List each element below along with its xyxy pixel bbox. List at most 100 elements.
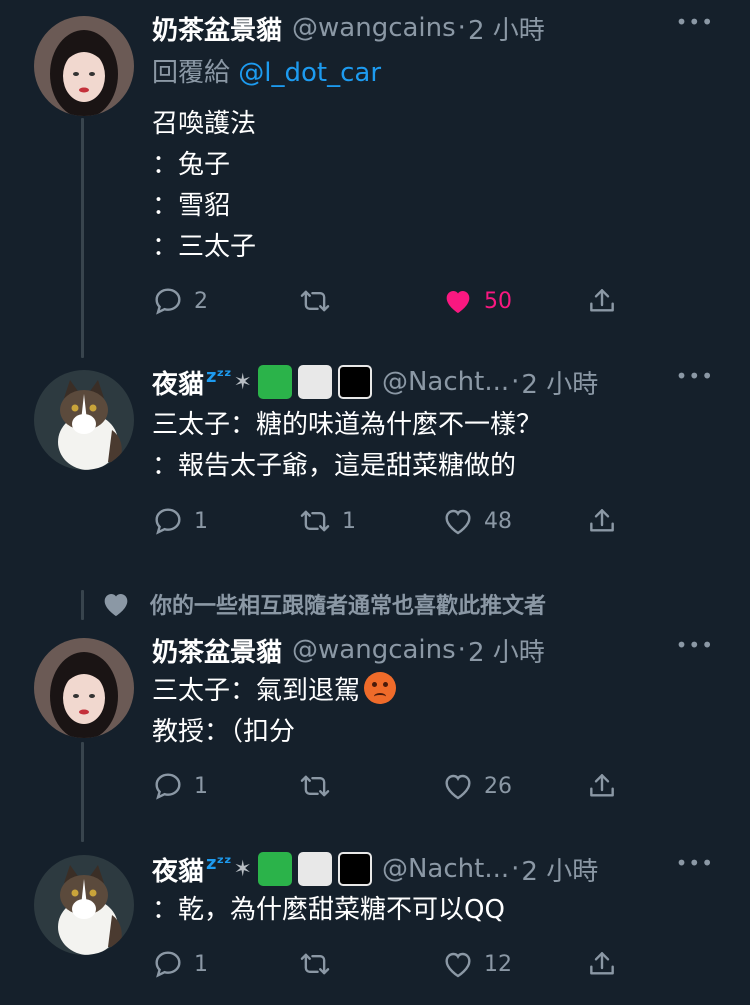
reply-mention-link[interactable]: @l_dot_car (238, 58, 381, 88)
avatar[interactable] (34, 16, 134, 116)
retweet-button[interactable]: 1 (298, 503, 356, 539)
like-count: 50 (484, 288, 512, 314)
like-button[interactable]: 50 (442, 283, 512, 319)
avatar[interactable] (34, 855, 134, 955)
tweet-actions: 1 26 (152, 768, 632, 804)
tweet-line: 教授：（扣分 (152, 717, 296, 747)
tweet-line-text: 三太子：氣到退駕 (152, 676, 361, 706)
reply-count: 1 (194, 951, 208, 977)
share-button[interactable] (586, 283, 618, 319)
display-name[interactable]: 夜貓 (152, 851, 204, 888)
reply-button[interactable]: 1 (152, 946, 208, 982)
heart-icon (445, 952, 471, 978)
like-button[interactable]: 12 (442, 946, 512, 982)
heart-filled-icon (446, 291, 470, 313)
share-icon (590, 774, 614, 797)
sleeping-zz: zᶻᶻ (206, 852, 232, 874)
share-icon (590, 952, 614, 975)
user-handle[interactable]: @wangcains (292, 13, 456, 43)
reply-icon (155, 508, 181, 535)
white-square-icon (297, 852, 332, 886)
timestamp[interactable]: 2 小時 (521, 851, 598, 888)
display-name[interactable]: 奶茶盆景貓 (152, 632, 282, 669)
share-icon (590, 509, 614, 532)
social-context: 你的一些相互跟隨者通常也喜歡此推文者 (100, 588, 546, 620)
timestamp[interactable]: 2 小時 (468, 632, 545, 669)
sleeping-zz: zᶻᶻ (206, 365, 232, 387)
like-count: 48 (484, 508, 512, 534)
reply-count: 1 (194, 508, 208, 534)
display-name[interactable]: 夜貓 (152, 364, 204, 401)
reply-button[interactable]: 2 (152, 283, 208, 319)
reply-button[interactable]: 1 (152, 503, 208, 539)
like-button[interactable]: 26 (442, 768, 512, 804)
paw-icon: ✶ (233, 856, 252, 882)
more-options-icon[interactable]: ••• (676, 633, 714, 657)
heart-filled-icon (104, 594, 128, 616)
retweet-icon (300, 775, 330, 797)
reply-prefix: 回覆給 (152, 58, 231, 88)
reply-count: 1 (194, 773, 208, 799)
display-name[interactable]: 奶茶盆景貓 (152, 10, 282, 47)
more-options-icon[interactable]: ••• (676, 364, 714, 388)
tweet-line: ：報告太子爺，這是甜菜糖做的 (152, 451, 517, 481)
more-options-icon[interactable]: ••• (676, 851, 714, 875)
share-button[interactable] (586, 768, 618, 804)
retweet-count: 1 (342, 508, 356, 534)
timestamp[interactable]: 2 小時 (521, 364, 598, 401)
share-button[interactable] (586, 946, 618, 982)
tweet-line: ：乾，為什麼甜菜糖不可以QQ (152, 895, 505, 925)
heart-icon (445, 774, 471, 800)
green-square-icon (257, 852, 292, 886)
black-square-icon (337, 365, 372, 399)
separator: · (511, 854, 520, 884)
tweet-line: 召喚護法 (152, 109, 257, 139)
tweet-text: 三太子：糖的味道為什麼不一樣？ ：報告太子爺，這是甜菜糖做的 (152, 405, 720, 487)
retweet-icon (300, 290, 330, 312)
like-count: 12 (484, 951, 512, 977)
tweet-line: 三太子：糖的味道為什麼不一樣？ (152, 410, 543, 440)
separator: · (457, 13, 466, 43)
separator: · (511, 367, 520, 397)
share-button[interactable] (586, 503, 618, 539)
reply-button[interactable]: 1 (152, 768, 208, 804)
user-handle[interactable]: @wangcains (292, 635, 456, 665)
reply-context: 回覆給 @l_dot_car (152, 52, 381, 89)
like-button[interactable]: 48 (442, 503, 512, 539)
avatar[interactable] (34, 370, 134, 470)
tweet-line: ：三太子 (152, 232, 257, 262)
tweet-line: 三太子：氣到退駕 (152, 671, 720, 712)
reply-icon (155, 951, 181, 978)
tweet-actions: 1 1 48 (152, 503, 632, 539)
user-handle[interactable]: @Nacht... (382, 854, 509, 884)
thread-line (81, 590, 84, 620)
tweet[interactable]: 夜貓 zᶻᶻ ✶ @Nacht... · 2 小時 ••• ：乾，為什麼甜菜糖不… (0, 825, 750, 1005)
green-square-icon (257, 365, 292, 399)
separator: · (457, 635, 466, 665)
tweet-actions: 2 50 (152, 283, 632, 319)
retweet-button[interactable] (298, 283, 342, 319)
like-count: 26 (484, 773, 512, 799)
more-options-icon[interactable]: ••• (676, 10, 714, 34)
user-handle[interactable]: @Nacht... (382, 367, 509, 397)
share-icon (590, 289, 614, 312)
tweet[interactable]: 夜貓 zᶻᶻ ✶ @Nacht... · 2 小時 ••• 三太子：糖的味道為什… (0, 345, 750, 565)
avatar[interactable] (34, 638, 134, 738)
tweet-text: ：乾，為什麼甜菜糖不可以QQ (152, 890, 720, 931)
tweet[interactable]: 奶茶盆景貓 @wangcains · 2 小時 ••• 三太子：氣到退駕 教授：… (0, 625, 750, 825)
timestamp[interactable]: 2 小時 (468, 10, 545, 47)
tweet[interactable]: 奶茶盆景貓 @wangcains · 2 小時 ••• 回覆給 @l_dot_c… (0, 0, 750, 345)
retweet-button[interactable] (298, 946, 342, 982)
retweet-button[interactable] (298, 768, 342, 804)
reply-count: 2 (194, 288, 208, 314)
heart-icon (445, 509, 471, 535)
tweet-text: 三太子：氣到退駕 教授：（扣分 (152, 671, 720, 753)
retweet-icon (300, 510, 330, 532)
paw-icon: ✶ (233, 369, 252, 395)
reply-icon (155, 288, 181, 315)
white-square-icon (297, 365, 332, 399)
tweet-line: ：兔子 (152, 150, 231, 180)
angry-face-emoji (364, 672, 397, 704)
tweet-actions: 1 12 (152, 946, 632, 982)
tweet-line: ：雪貂 (152, 191, 231, 221)
